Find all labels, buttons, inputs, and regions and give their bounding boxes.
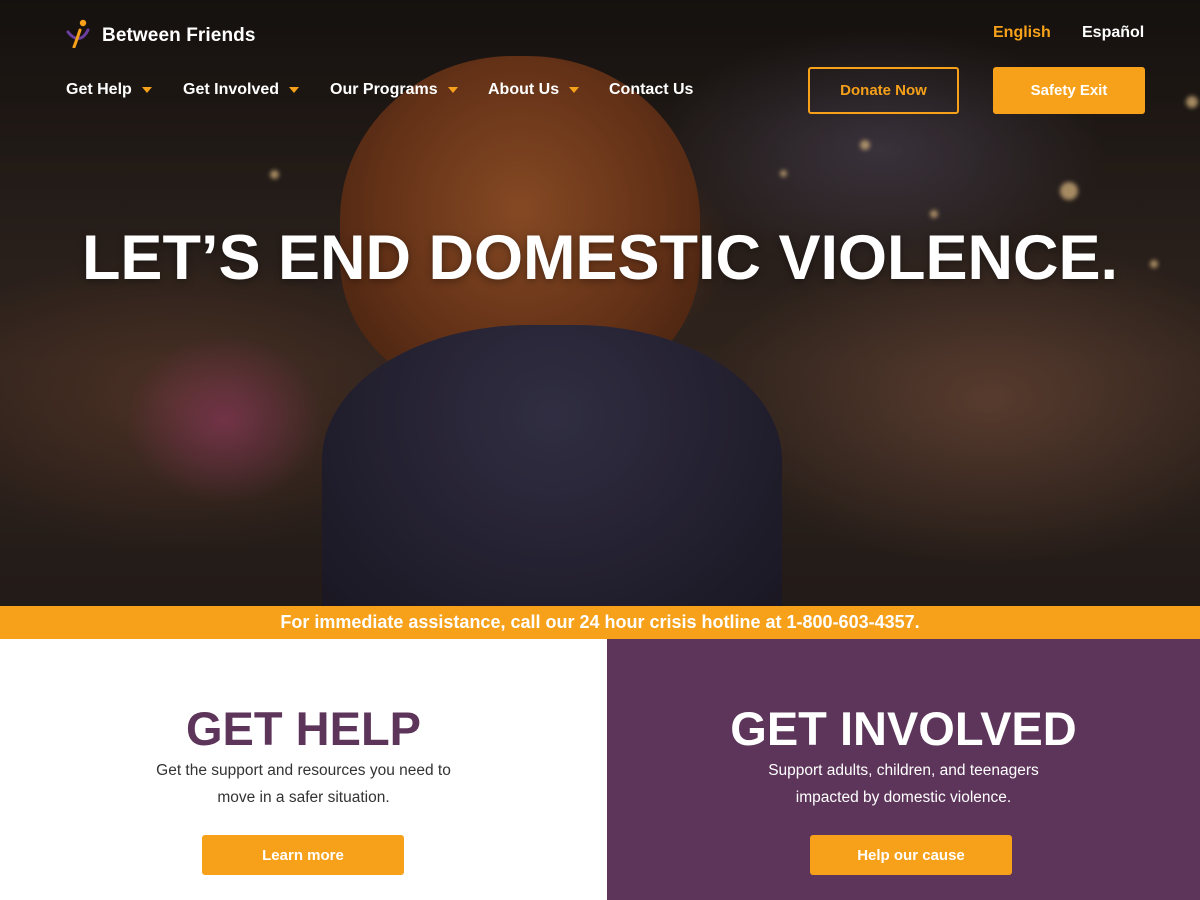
safety-exit-button[interactable]: Safety Exit bbox=[993, 67, 1145, 114]
nav-item-contact-us[interactable]: Contact Us bbox=[609, 81, 693, 99]
nav-item-label: Our Programs bbox=[330, 81, 438, 98]
get-help-panel: GET HELP Get the support and resources y… bbox=[0, 639, 607, 900]
get-involved-description-line2: impacted by domestic violence. bbox=[795, 789, 1012, 806]
figure-logo-icon bbox=[66, 18, 94, 53]
nav-item-label: Get Involved bbox=[183, 81, 280, 98]
nav-item-about-us[interactable]: About Us bbox=[488, 81, 580, 99]
get-involved-description-line1: Support adults, children, and teenagers bbox=[768, 762, 1039, 779]
brand-name: Between Friends bbox=[102, 24, 256, 46]
crisis-hotline-banner: For immediate assistance, call our 24 ho… bbox=[0, 606, 1200, 639]
nav-item-label: Contact Us bbox=[609, 81, 694, 98]
get-involved-description: Support adults, children, and teenagers … bbox=[607, 757, 1200, 811]
get-help-description: Get the support and resources you need t… bbox=[0, 757, 607, 811]
caret-down-icon bbox=[289, 87, 300, 93]
nav-item-get-help[interactable]: Get Help bbox=[66, 81, 152, 99]
brand-logo[interactable]: Between Friends bbox=[66, 18, 256, 53]
get-help-title: GET HELP bbox=[185, 702, 422, 755]
nav-item-label: About Us bbox=[488, 81, 560, 98]
get-involved-title: GET INVOLVED bbox=[730, 702, 1077, 755]
hero-title: LET’S END DOMESTIC VIOLENCE. bbox=[81, 223, 1119, 293]
get-involved-panel: GET INVOLVED Support adults, children, a… bbox=[607, 639, 1200, 900]
language-english-link[interactable]: English bbox=[993, 24, 1051, 42]
crisis-hotline-text: For immediate assistance, call our 24 ho… bbox=[280, 612, 920, 632]
caret-down-icon bbox=[447, 87, 458, 93]
language-spanish-link[interactable]: Español bbox=[1082, 24, 1144, 42]
get-help-description-line2: move in a safer situation. bbox=[217, 789, 390, 806]
nav-item-our-programs[interactable]: Our Programs bbox=[330, 81, 458, 99]
caret-down-icon bbox=[569, 87, 580, 93]
learn-more-button[interactable]: Learn more bbox=[202, 835, 404, 875]
nav-item-label: Get Help bbox=[66, 81, 132, 98]
nav-item-get-involved[interactable]: Get Involved bbox=[183, 81, 300, 99]
get-help-description-line1: Get the support and resources you need t… bbox=[156, 762, 451, 779]
help-our-cause-button[interactable]: Help our cause bbox=[810, 835, 1012, 875]
donate-now-button[interactable]: Donate Now bbox=[808, 67, 959, 114]
caret-down-icon bbox=[141, 87, 152, 93]
